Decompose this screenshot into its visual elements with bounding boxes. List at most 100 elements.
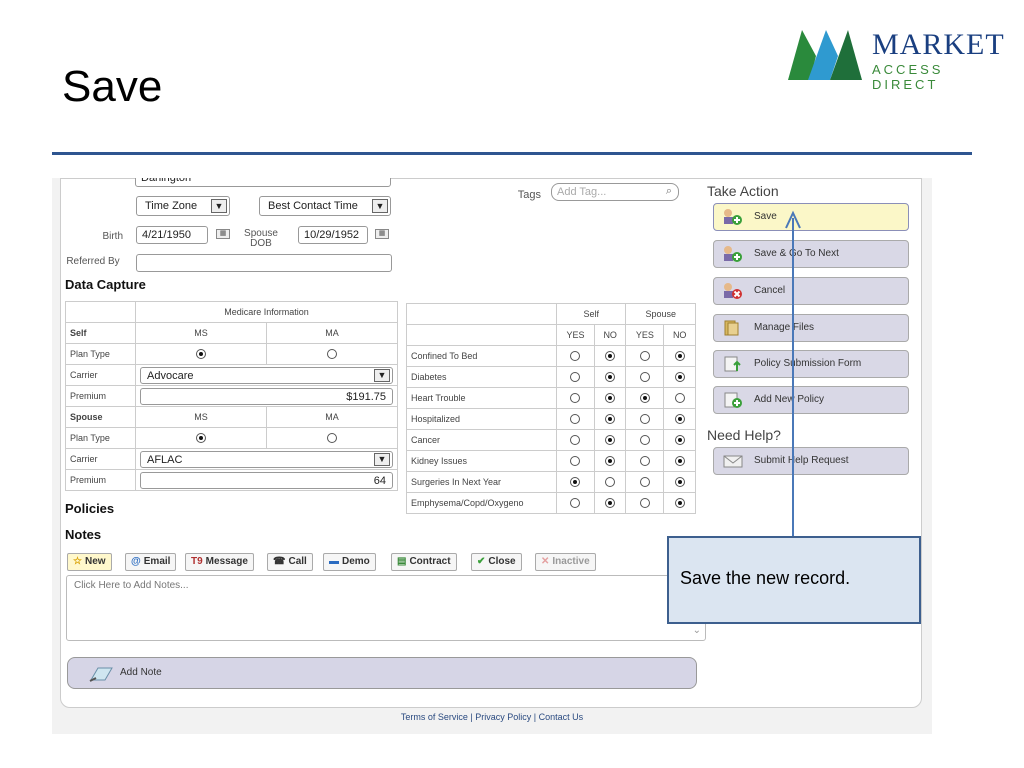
self-no-radio[interactable] [605, 393, 616, 404]
scroll-down-icon[interactable]: ⌄ [693, 625, 701, 636]
self-no-radio[interactable] [605, 477, 616, 488]
policy-submission-label: Policy Submission Form [754, 358, 862, 369]
time-zone-value: Time Zone [145, 200, 198, 212]
calendar-icon[interactable]: ▦ [216, 229, 230, 239]
table-row: Diabetes [406, 366, 696, 388]
yes-header: YES [556, 324, 595, 346]
spouse-no-radio[interactable] [674, 435, 685, 446]
spouse-yes-radio[interactable] [639, 456, 650, 467]
self-ms-radio[interactable] [195, 349, 206, 360]
spouse-no-radio[interactable] [674, 498, 685, 509]
spouse-no-radio[interactable] [674, 351, 685, 362]
manage-files-label: Manage Files [754, 322, 815, 333]
self-yes-radio[interactable] [570, 372, 581, 383]
medicare-table: Medicare Information Self MS MA Plan Type … [65, 301, 399, 491]
add-note-button[interactable]: Add Note [67, 657, 697, 689]
self-premium-input[interactable]: $191.75 [140, 387, 393, 405]
premium-label: Premium [65, 469, 136, 491]
add-note-label: Add Note [120, 667, 162, 678]
self-no-radio[interactable] [605, 351, 616, 362]
plan-type-label: Plan Type [65, 343, 136, 365]
checkmark-icon: ✔ [477, 556, 486, 567]
county-input[interactable]: Darlington [135, 178, 391, 187]
birth-label: Birth [102, 231, 123, 242]
self-yes-radio[interactable] [570, 456, 581, 467]
footer-links[interactable]: Terms of Service | Privacy Policy | Cont… [52, 712, 932, 722]
search-icon: ⌕ [665, 185, 672, 197]
spouse-dob-label: Spouse DOB [244, 228, 278, 249]
file-folder-icon [724, 320, 739, 336]
self-no-radio[interactable] [605, 414, 616, 425]
spouse-ms-radio[interactable] [195, 433, 206, 444]
health-question-label: Kidney Issues [406, 450, 557, 472]
save-button[interactable]: Save [713, 203, 909, 231]
spouse-yes-radio[interactable] [639, 498, 650, 509]
spouse-no-radio[interactable] [674, 456, 685, 467]
cancel-button[interactable]: Cancel [713, 277, 909, 305]
self-yes-radio[interactable] [570, 498, 581, 509]
self-ma-radio[interactable] [326, 349, 337, 360]
spouse-ma-radio[interactable] [326, 433, 337, 444]
save-and-next-button[interactable]: Save & Go To Next [713, 240, 909, 268]
table-row: Kidney Issues [406, 450, 696, 472]
manage-files-button[interactable]: Manage Files [713, 314, 909, 342]
table-row: Surgeries In Next Year [406, 471, 696, 493]
calendar-icon[interactable]: ▦ [375, 229, 389, 239]
spouse-premium-input[interactable]: 64 [140, 471, 393, 489]
notes-heading: Notes [65, 527, 102, 542]
new-note-button[interactable]: ☆ New [67, 553, 112, 571]
health-question-label: Surgeries In Next Year [406, 471, 557, 493]
submit-help-request-button[interactable]: Submit Help Request [713, 447, 909, 475]
self-no-radio[interactable] [605, 435, 616, 446]
demo-button[interactable]: ▬ Demo [323, 553, 376, 571]
spouse-dob-input[interactable]: 10/29/1952 [298, 226, 368, 244]
self-no-radio[interactable] [605, 498, 616, 509]
email-button[interactable]: @ Email [125, 553, 177, 571]
spouse-no-radio[interactable] [674, 372, 685, 383]
note-pad-icon [89, 667, 113, 682]
envelope-icon [723, 455, 743, 468]
spouse-no-radio[interactable] [674, 477, 685, 488]
spouse-no-radio[interactable] [674, 393, 685, 404]
ma-header: MA [265, 406, 399, 428]
inactive-button[interactable]: ✕ Inactive [535, 553, 596, 571]
referred-by-input[interactable] [136, 254, 392, 272]
self-yes-radio[interactable] [570, 351, 581, 362]
spouse-carrier-select[interactable]: AFLAC ▼ [140, 450, 393, 468]
table-row: Cancer [406, 429, 696, 451]
self-yes-radio[interactable] [570, 435, 581, 446]
time-zone-select[interactable]: Time Zone ▼ [136, 196, 230, 216]
tags-input[interactable]: Add Tag... ⌕ [551, 183, 679, 201]
policy-submission-form-button[interactable]: Policy Submission Form [713, 350, 909, 378]
spouse-no-radio[interactable] [674, 414, 685, 425]
health-question-label: Diabetes [406, 366, 557, 388]
spouse-yes-radio[interactable] [639, 393, 650, 404]
self-yes-radio[interactable] [570, 393, 581, 404]
notes-textarea[interactable]: Click Here to Add Notes... ⌄ [66, 575, 706, 641]
spouse-yes-radio[interactable] [639, 372, 650, 383]
self-yes-radio[interactable] [570, 414, 581, 425]
app-screenshot: Darlington Time Zone ▼ Best Contact Time… [52, 178, 932, 734]
spouse-yes-radio[interactable] [639, 351, 650, 362]
message-button[interactable]: T9 Message [185, 553, 254, 571]
spouse-yes-radio[interactable] [639, 435, 650, 446]
spouse-yes-radio[interactable] [639, 414, 650, 425]
close-button[interactable]: ✔ Close [471, 553, 522, 571]
notes-placeholder: Click Here to Add Notes... [74, 580, 189, 591]
self-yes-radio[interactable] [570, 477, 581, 488]
chevron-down-icon: ▼ [372, 199, 388, 213]
birth-date-input[interactable]: 4/21/1950 [136, 226, 208, 244]
no-header: NO [663, 324, 696, 346]
add-new-policy-button[interactable]: Add New Policy [713, 386, 909, 414]
self-carrier-select[interactable]: Advocare ▼ [140, 366, 393, 384]
call-button[interactable]: ☎ Call [267, 553, 313, 571]
annotation-callout: Save the new record. [667, 536, 921, 624]
contract-button[interactable]: ▤ Contract [391, 553, 457, 571]
self-no-radio[interactable] [605, 456, 616, 467]
best-contact-time-select[interactable]: Best Contact Time ▼ [259, 196, 391, 216]
self-no-radio[interactable] [605, 372, 616, 383]
call-label: Call [288, 556, 307, 567]
phone-icon: ☎ [273, 556, 286, 567]
referred-by-label: Referred By [66, 256, 120, 267]
spouse-yes-radio[interactable] [639, 477, 650, 488]
